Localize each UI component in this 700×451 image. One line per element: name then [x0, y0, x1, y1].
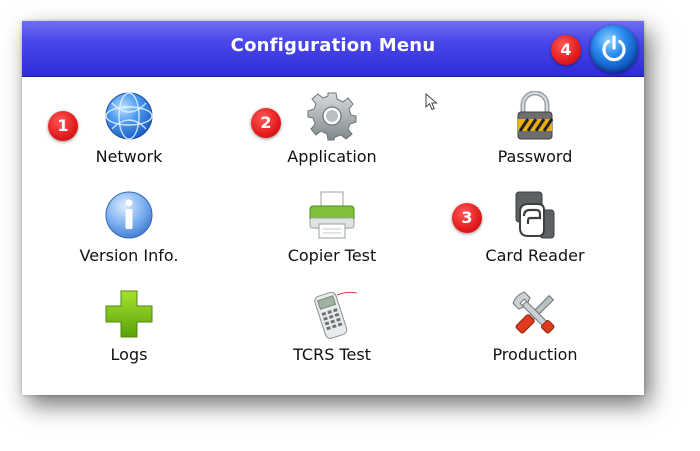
mouse-pointer-icon: [425, 92, 439, 115]
card-terminal-icon: [307, 289, 358, 339]
menu-item-logs[interactable]: Logs: [24, 289, 234, 385]
plus-icon: [104, 289, 154, 339]
gear-icon: [307, 91, 357, 141]
globe-icon: [104, 91, 154, 141]
callout-badge-1: 1: [48, 111, 78, 141]
menu-item-application[interactable]: Application: [227, 91, 437, 187]
callout-badge-3: 3: [452, 203, 482, 233]
menu-item-label: Card Reader: [485, 246, 585, 265]
tools-icon: [510, 289, 560, 339]
menu-item-label: Network: [95, 147, 163, 166]
menu-item-label: Production: [492, 345, 578, 364]
menu-item-label: Version Info.: [79, 246, 179, 265]
menu-item-password[interactable]: Password: [430, 90, 640, 187]
callout-badge-2: 2: [251, 108, 281, 138]
menu-item-label: Copier Test: [287, 246, 377, 265]
info-icon: [104, 190, 154, 240]
printer-icon: [307, 190, 357, 240]
menu-item-production[interactable]: Production: [430, 289, 640, 385]
config-window: Configuration Menu Network Application P…: [22, 21, 644, 395]
padlock-icon: [510, 90, 560, 141]
menu-item-label: Application: [287, 147, 377, 166]
power-button[interactable]: [590, 25, 638, 73]
menu-item-label: Logs: [110, 345, 148, 364]
menu-item-tcrs-test[interactable]: TCRS Test: [227, 289, 437, 385]
callout-badge-4: 4: [551, 35, 581, 65]
menu-item-label: TCRS Test: [293, 345, 371, 364]
menu-item-version-info[interactable]: Version Info.: [24, 190, 234, 286]
menu-item-label: Password: [497, 147, 573, 166]
power-icon: [602, 35, 626, 62]
menu-item-copier-test[interactable]: Copier Test: [227, 190, 437, 286]
card-reader-icon: [510, 190, 560, 240]
